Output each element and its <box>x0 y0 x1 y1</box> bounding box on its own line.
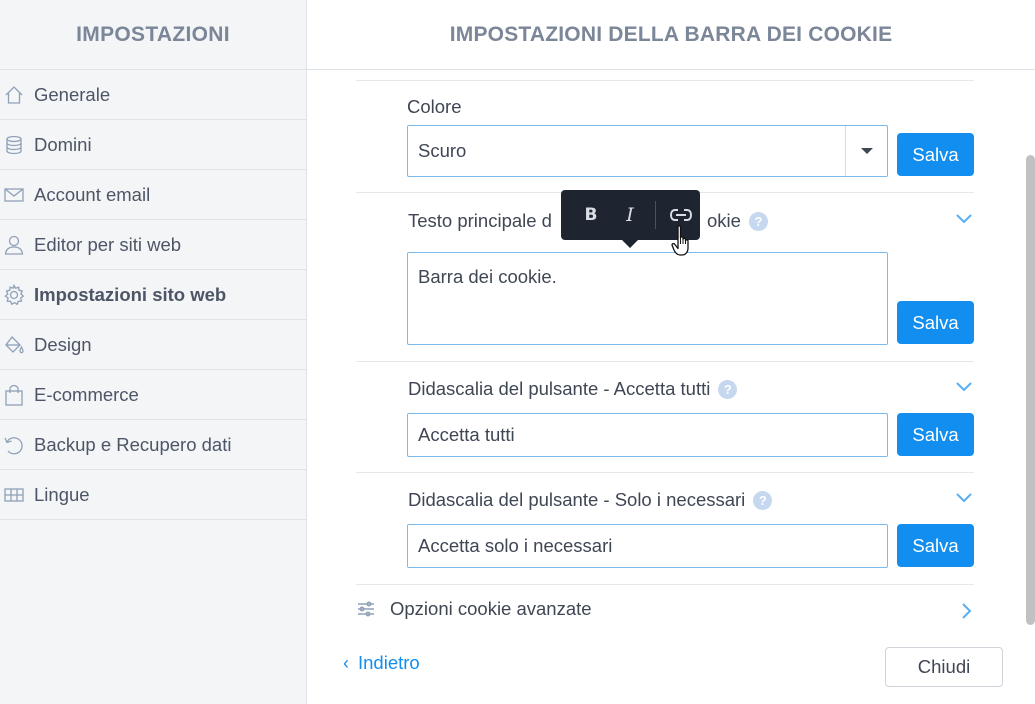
sidebar-item-label: Backup e Recupero dati <box>34 433 232 455</box>
back-link[interactable]: ‹ Indietro <box>343 652 420 674</box>
main-header: IMPOSTAZIONI DELLA BARRA DEI COOKIE <box>307 0 1035 70</box>
sidebar-item-backup[interactable]: Backup e Recupero dati <box>0 420 306 470</box>
sidebar-item-domini[interactable]: Domini <box>0 120 306 170</box>
scrollbar-thumb[interactable] <box>1026 155 1035 625</box>
necessary-only-label: Didascalia del pulsante - Solo i necessa… <box>408 489 773 511</box>
shopping-bag-icon <box>2 383 26 407</box>
restore-icon <box>2 433 26 457</box>
sliders-icon <box>356 599 376 619</box>
sidebar-item-generale[interactable]: Generale <box>0 70 306 120</box>
user-icon <box>2 233 26 257</box>
advanced-cookie-options-label: Opzioni cookie avanzate <box>390 598 592 619</box>
color-label: Colore <box>407 96 462 117</box>
save-color-button[interactable]: Salva <box>897 133 974 176</box>
back-label: Indietro <box>358 652 420 673</box>
color-select-value: Scuro <box>418 140 467 161</box>
divider <box>356 361 974 362</box>
help-icon[interactable]: ? <box>753 491 773 510</box>
language-grid-icon <box>2 483 26 507</box>
save-main-text-button[interactable]: Salva <box>897 301 974 344</box>
toolbar-separator <box>655 201 656 229</box>
sidebar-item-e-commerce[interactable]: E-commerce <box>0 370 306 420</box>
sidebar-item-label: Design <box>34 333 92 355</box>
italic-button[interactable]: I <box>615 200 645 230</box>
chevron-right-icon <box>959 601 973 621</box>
divider <box>356 472 974 473</box>
necessary-only-label-text: Didascalia del pulsante - Solo i necessa… <box>408 489 746 510</box>
cookie-settings-panel: Colore Scuro Salva Testo principale d oki… <box>307 71 1035 704</box>
save-necessary-only-button[interactable]: Salva <box>897 524 974 567</box>
sidebar-item-impostazioni-sito-web[interactable]: Impostazioni sito web <box>0 270 306 320</box>
chevron-down-icon[interactable] <box>954 490 974 504</box>
accept-all-label-text: Didascalia del pulsante - Accetta tutti <box>408 378 711 399</box>
toolbar-caret <box>621 239 639 248</box>
main-text-textarea[interactable]: Barra dei cookie. <box>407 252 888 345</box>
sidebar-item-design[interactable]: Design <box>0 320 306 370</box>
paint-bucket-icon <box>2 333 26 357</box>
sidebar-header: IMPOSTAZIONI <box>0 0 306 70</box>
main-text-label-start: Testo principale d <box>408 210 552 231</box>
accept-all-input[interactable]: Accetta tutti <box>407 413 888 457</box>
necessary-only-value: Accetta solo i necessari <box>418 535 613 556</box>
sidebar-item-lingue[interactable]: Lingue <box>0 470 306 520</box>
sidebar-item-label: E-commerce <box>34 383 139 405</box>
chevron-down-icon[interactable] <box>845 126 887 176</box>
sidebar-item-label: Domini <box>34 133 92 155</box>
gear-icon <box>2 283 26 307</box>
home-icon <box>2 83 26 107</box>
database-icon <box>2 133 26 157</box>
bold-button[interactable]: B <box>576 200 606 230</box>
sidebar-item-label: Account email <box>34 183 151 205</box>
divider <box>356 80 974 81</box>
chevron-down-icon[interactable] <box>954 211 974 225</box>
chevron-left-icon: ‹ <box>343 652 349 673</box>
advanced-cookie-options-row[interactable]: Opzioni cookie avanzate <box>356 585 974 633</box>
chevron-down-icon[interactable] <box>954 379 974 393</box>
sidebar-item-label: Editor per siti web <box>34 233 182 255</box>
sidebar-title: IMPOSTAZIONI <box>76 22 230 46</box>
save-accept-all-button[interactable]: Salva <box>897 413 974 456</box>
sidebar-item-label: Generale <box>34 83 111 105</box>
sidebar-item-editor[interactable]: Editor per siti web <box>0 220 306 270</box>
help-icon[interactable]: ? <box>748 212 768 231</box>
accept-all-value: Accetta tutti <box>418 424 515 445</box>
envelope-icon <box>2 183 26 207</box>
main-text-value: Barra dei cookie. <box>418 266 557 287</box>
close-button[interactable]: Chiudi <box>885 647 1003 687</box>
hand-cursor-icon <box>671 225 689 256</box>
main-text-label-end: okie <box>706 210 741 231</box>
sidebar-item-label: Impostazioni sito web <box>34 283 227 305</box>
sidebar-item-account-email[interactable]: Account email <box>0 170 306 220</box>
help-icon[interactable]: ? <box>718 380 738 399</box>
sidebar: IMPOSTAZIONI Generale Domini Account ema… <box>0 0 307 704</box>
color-select[interactable]: Scuro <box>407 125 888 177</box>
accept-all-label: Didascalia del pulsante - Accetta tutti? <box>408 378 738 400</box>
sidebar-item-label: Lingue <box>34 483 90 505</box>
necessary-only-input[interactable]: Accetta solo i necessari <box>407 524 888 568</box>
page-title: IMPOSTAZIONI DELLA BARRA DEI COOKIE <box>449 22 893 46</box>
